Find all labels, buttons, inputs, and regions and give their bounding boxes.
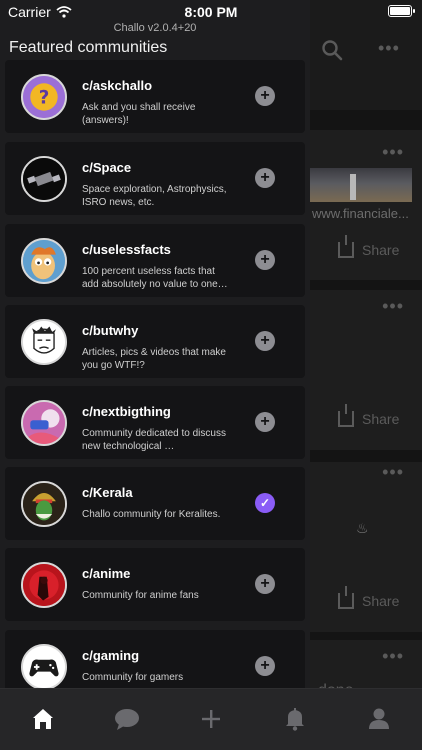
community-item-butwhy[interactable]: c/butwhy Articles, pics & videos that ma… [5,305,305,378]
battery-icon [388,5,415,17]
community-description: 100 percent useless facts that add absol… [82,266,228,290]
join-button[interactable]: + [255,86,275,106]
join-button[interactable]: + [255,331,275,351]
share-label: Share [362,242,400,258]
community-description: Community dedicated to discuss new techn… [82,428,226,452]
community-item-space[interactable]: c/Space Space exploration, Astrophysics,… [5,142,305,215]
community-name: c/anime [82,566,131,581]
community-avatar [21,238,67,284]
community-name: c/gaming [82,648,140,663]
community-item-nextbigthing[interactable]: c/nextbigthing Community dedicated to di… [5,386,305,459]
cartoon-face-icon [23,240,65,282]
chat-bubble-icon [115,709,139,730]
feed-post-card: ••• [308,640,422,688]
drawer-title: Featured communities [9,39,168,56]
community-description: Community for anime fans [82,590,199,601]
community-description: Articles, pics & videos that make you go… [82,347,226,371]
person-icon [369,708,389,729]
bottom-tab-bar [0,688,422,750]
community-avatar [21,400,67,446]
question-mark-icon: ? [23,76,65,118]
home-icon [33,709,53,729]
join-button[interactable]: + [255,412,275,432]
more-options-icon[interactable]: ••• [378,38,400,59]
post-more-icon[interactable]: ••• [382,462,404,483]
community-description: Ask and you shall receive (answers)! [82,102,196,126]
community-avatar: ? [21,74,67,120]
community-avatar [21,644,67,690]
emoji-icon: ♨ [356,520,369,536]
joined-checkmark-button[interactable]: ✓ [255,493,275,513]
community-avatar [21,156,67,202]
gamepad-icon [23,646,65,688]
community-description: Challo community for Keralites. [82,509,221,520]
post-more-icon[interactable]: ••• [382,142,404,163]
share-label: Share [362,411,400,427]
community-avatar [21,481,67,527]
satellite-icon [23,158,65,200]
share-icon [338,235,354,258]
tab-home[interactable] [27,703,59,735]
share-icon [338,404,354,427]
clock: 8:00 PM [184,4,238,20]
post-more-icon[interactable]: ••• [382,646,404,667]
share-label: Share [362,593,400,609]
community-item-kerala[interactable]: c/Kerala Challo community for Keralites.… [5,467,305,540]
share-icon [338,586,354,609]
post-image [310,168,412,202]
community-name: c/askchallo [82,78,153,93]
kathakali-icon [23,483,65,525]
anime-character-icon [23,564,65,606]
community-name: c/Space [82,160,132,175]
status-bar: Carrier 8:00 PM [0,0,422,22]
community-item-anime[interactable]: c/anime Community for anime fans + [5,548,305,621]
community-name: c/nextbigthing [82,404,171,419]
community-item-uselessfacts[interactable]: c/uselessfacts 100 percent useless facts… [5,224,305,297]
post-more-icon[interactable]: ••• [382,296,404,317]
meme-face-icon [23,321,65,363]
share-button[interactable]: Share [338,404,400,427]
share-button[interactable]: Share [338,235,400,258]
community-avatar [21,319,67,365]
community-description: Community for gamers [82,672,184,683]
tab-chat[interactable] [111,703,143,735]
share-button[interactable]: Share [338,586,400,609]
join-button[interactable]: + [255,168,275,188]
app-screen: ••• ••• www.financiale... Share ••• Shar… [0,0,422,750]
svg-text:?: ? [39,87,50,108]
bell-icon [286,708,304,731]
community-name: c/butwhy [82,323,139,338]
search-icon[interactable] [320,38,344,62]
join-button[interactable]: + [255,250,275,270]
tab-profile[interactable] [363,703,395,735]
join-button[interactable]: + [255,656,275,676]
community-name: c/Kerala [82,485,133,500]
vr-headset-icon [23,402,65,444]
tab-create[interactable] [195,703,227,735]
post-link-url[interactable]: www.financiale... [312,206,409,221]
community-name: c/uselessfacts [82,242,171,257]
communities-drawer: Challo v2.0.4+20 Featured communities ? … [0,0,310,750]
community-avatar [21,562,67,608]
join-button[interactable]: + [255,574,275,594]
community-item-askchallo[interactable]: ? c/askchallo Ask and you shall receive … [5,60,305,133]
app-version: Challo v2.0.4+20 [113,22,197,34]
tab-notifications[interactable] [279,703,311,735]
plus-icon [202,710,220,728]
community-description: Space exploration, Astrophysics, ISRO ne… [82,184,227,208]
